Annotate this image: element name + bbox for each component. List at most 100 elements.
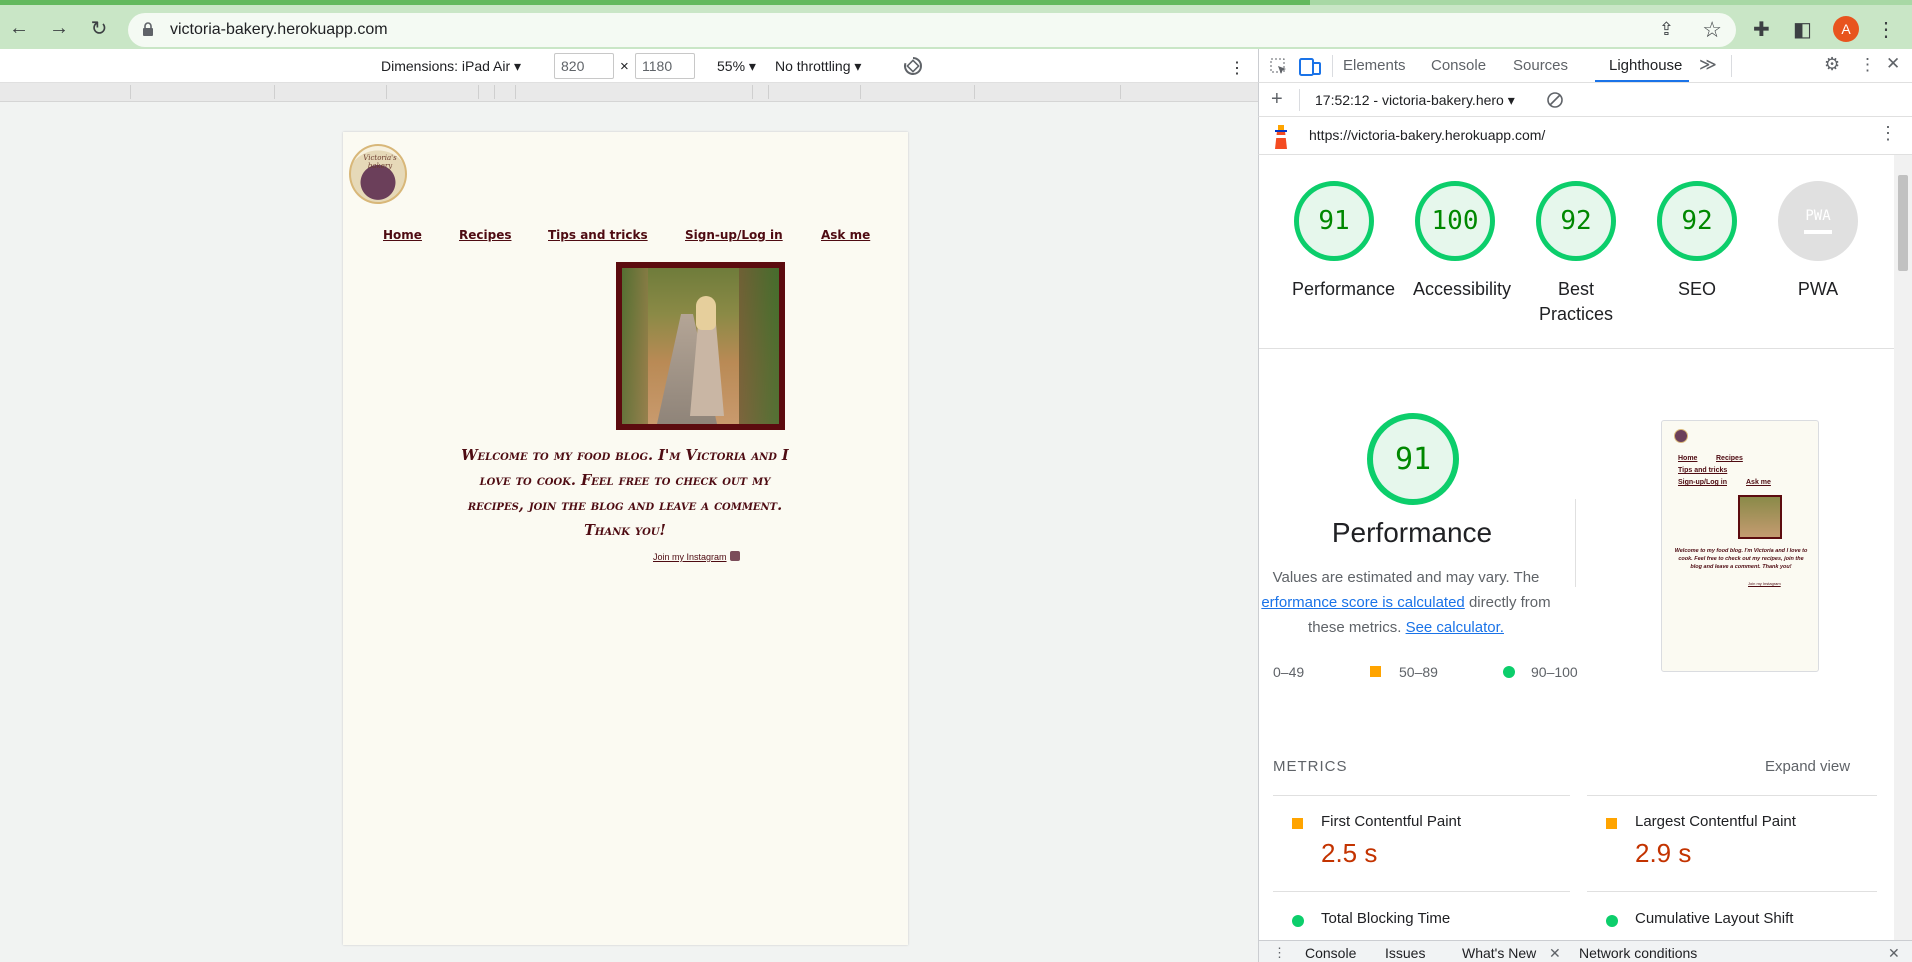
metric-average-icon [1292,818,1303,829]
thumb-welcome-text: Welcome to my food blog. I'm Victoria an… [1674,548,1808,570]
nav-signup-login[interactable]: Sign-up/Log in [685,228,783,242]
settings-icon[interactable]: ⚙ [1824,54,1840,75]
report-url-bar: https://victoria-bakery.herokuapp.com/ ⋮ [1258,117,1912,155]
star-icon[interactable]: ☆ [1702,17,1722,43]
scrollbar-thumb[interactable] [1898,175,1908,271]
lock-icon[interactable] [142,22,154,36]
address-bar[interactable]: victoria-bakery.herokuapp.com ⇪ ☆ [128,13,1736,47]
device-more-icon[interactable]: ⋮ [1229,58,1245,78]
metric-lcp-name: Largest Contentful Paint [1635,813,1796,830]
metric-fcp-name: First Contentful Paint [1321,813,1462,830]
gauge-accessibility-label: Accessibility [1413,279,1512,299]
drawer-tab-console[interactable]: Console [1305,945,1356,961]
tab-console[interactable]: Console [1431,57,1486,74]
thumb-photo [1738,495,1782,539]
lighthouse-report: 91 Performance 100 Accessibility 92 Best… [1258,155,1894,940]
report-menu-icon[interactable]: ⋮ [1879,123,1897,144]
instagram-icon[interactable] [730,551,740,561]
metric-lcp-value: 2.9 s [1635,838,1692,868]
legend-average: 50–89 [1399,664,1438,680]
report-scrollbar[interactable] [1894,155,1912,940]
height-input[interactable]: 1180 [635,53,695,79]
site-logo[interactable]: Victoria's bakery [349,144,407,204]
performance-big-gauge: 91 [1367,413,1459,505]
metrics-header: METRICS [1273,758,1348,775]
metric-pass-icon [1292,915,1304,927]
legend-pass-icon [1503,666,1515,678]
pwa-badge-text: PWA [1805,208,1831,224]
url-text[interactable]: victoria-bakery.herokuapp.com [170,21,388,39]
devtools-tabbar: Elements Console Sources Lighthouse ≫ ⚙ … [1258,49,1912,83]
legend-pass: 90–100 [1531,664,1578,680]
final-screenshot-thumbnail[interactable]: Home Recipes Tips and tricks Sign-up/Log… [1661,420,1819,672]
report-selector[interactable]: 17:52:12 - victoria-bakery.hero ▾ [1315,92,1515,109]
gauge-accessibility[interactable]: 100 Accessibility [1413,181,1512,302]
tab-elements[interactable]: Elements [1343,57,1406,74]
nav-recipes[interactable]: Recipes [459,228,511,242]
expand-view-link[interactable]: Expand view [1765,758,1850,775]
devtools-drawer: ⋮ Console Issues What's New ✕ Network co… [1258,940,1912,962]
drawer-tab-whats-new[interactable]: What's New [1462,945,1536,961]
new-report-icon[interactable]: + [1271,88,1283,111]
reload-icon[interactable]: ↻ [86,15,112,41]
more-tabs-icon[interactable]: ≫ [1699,55,1717,75]
drawer-tab-issues[interactable]: Issues [1385,945,1425,961]
thumb-nav-item: Ask me [1746,479,1771,486]
thumb-nav-item: Sign-up/Log in [1678,479,1727,486]
metric-average-icon [1606,818,1617,829]
drawer-menu-icon[interactable]: ⋮ [1273,945,1286,961]
nav-ask-me[interactable]: Ask me [821,228,870,242]
nav-tips[interactable]: Tips and tricks [548,228,648,242]
lighthouse-logo-icon [1275,125,1287,149]
device-toggle-icon[interactable] [1299,57,1321,77]
thumb-logo [1674,429,1688,443]
device-select[interactable]: Dimensions: iPad Air ▾ [381,58,521,75]
sidepanel-icon[interactable]: ◧ [1793,17,1812,42]
gauge-pwa[interactable]: PWA PWA [1776,181,1860,302]
gauge-pwa-label: PWA [1797,279,1839,299]
gauge-seo-score: 92 [1657,181,1737,261]
avatar[interactable]: A [1833,16,1859,42]
profile-photo [616,262,785,430]
extensions-icon[interactable]: ✚ [1753,17,1770,42]
performance-description: Values are estimated and may vary. The e… [1261,569,1551,636]
instagram-link[interactable]: Join my Instagram [653,552,727,562]
zoom-select[interactable]: 55% ▾ [717,58,756,75]
close-tab-icon[interactable]: ✕ [1549,945,1561,962]
gauge-accessibility-score: 100 [1415,181,1495,261]
gauge-seo[interactable]: 92 SEO [1655,181,1739,302]
close-devtools-icon[interactable]: ✕ [1886,54,1900,74]
tab-lighthouse[interactable]: Lighthouse [1609,57,1682,74]
thumb-nav-item: Tips and tricks [1678,467,1728,474]
width-input[interactable]: 820 [554,53,614,79]
media-query-ruler[interactable] [0,83,1258,102]
share-icon[interactable]: ⇪ [1659,19,1674,40]
lighthouse-toolbar: + 17:52:12 - victoria-bakery.hero ▾ [1258,83,1912,117]
tab-sources[interactable]: Sources [1513,57,1568,74]
rotate-icon[interactable] [902,55,924,77]
clear-reports-icon[interactable] [1546,91,1564,109]
menu-icon[interactable]: ⋮ [1876,17,1896,42]
inspect-element-icon[interactable] [1269,57,1289,77]
devtools-menu-icon[interactable]: ⋮ [1859,55,1876,75]
gauge-best-practices[interactable]: 92 Best Practices [1534,181,1618,327]
forward-icon[interactable]: → [46,15,72,41]
close-drawer-icon[interactable]: ✕ [1888,945,1900,962]
metric-fcp-value: 2.5 s [1321,838,1378,868]
gauge-performance[interactable]: 91 Performance [1292,181,1395,302]
nav-home[interactable]: Home [383,228,422,242]
active-tab-indicator [1595,80,1689,82]
gauge-seo-label: SEO [1677,279,1716,299]
gauge-performance-score: 91 [1294,181,1374,261]
metric-cls-name: Cumulative Layout Shift [1635,910,1794,927]
logo-text: Victoria's bakery [363,154,397,170]
times-sign: × [620,58,629,75]
back-icon[interactable]: ← [6,15,32,41]
score-calculated-link[interactable]: erformance score is calculated [1261,594,1464,611]
throttling-select[interactable]: No throttling ▾ [775,58,861,75]
pwa-badge-icon: PWA [1778,181,1858,261]
thumb-insta-link: Join my Instagram [1748,581,1781,586]
report-url[interactable]: https://victoria-bakery.herokuapp.com/ [1309,127,1545,143]
drawer-tab-network-conditions[interactable]: Network conditions [1579,945,1697,961]
see-calculator-link[interactable]: See calculator. [1406,619,1504,636]
